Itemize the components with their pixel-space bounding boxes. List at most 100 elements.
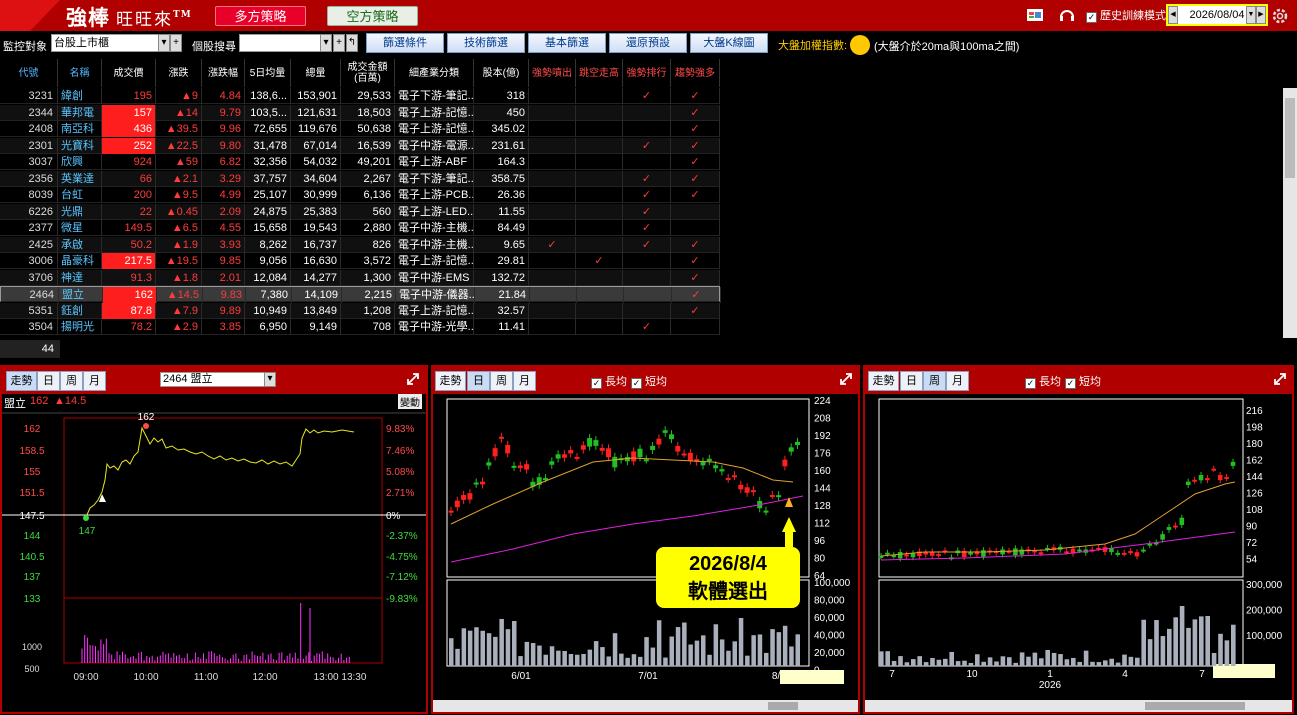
report-icon[interactable] (1026, 6, 1044, 24)
table-row[interactable]: 2464 盟立 162 ▲14.5 9.83 7,380 14,109 2,215 電子中游-儀… (0, 286, 720, 302)
tab-trend[interactable]: 走勢 (6, 371, 37, 391)
restore-default-button[interactable]: 還原預設 (609, 33, 687, 53)
date-prev-button[interactable]: ◀ (1168, 6, 1178, 24)
column-header[interactable]: 趨勢強多 (671, 59, 720, 87)
tab-trend[interactable]: 走勢 (868, 371, 899, 391)
candle-body (1013, 548, 1018, 555)
tab-week[interactable]: 周 (490, 371, 513, 391)
stock-select-dropdown-icon[interactable]: ▾ (264, 372, 276, 387)
long-strategy-button[interactable]: 多方策略 (215, 6, 306, 26)
search-add-icon[interactable]: + (333, 34, 345, 52)
long-ma-checkbox[interactable]: ✓ 長均 (1025, 373, 1061, 389)
expand-icon[interactable] (1272, 371, 1288, 387)
table-row[interactable]: 2425 承啟 50.2 ▲1.9 3.93 8,262 16,737 826 電子中游-主機.… (0, 237, 720, 253)
cell-price: 200 (102, 187, 156, 203)
table-row[interactable]: 3006 晶豪科 217.5 ▲19.5 9.85 9,056 16,630 3,572 電子上… (0, 253, 720, 269)
column-header[interactable]: 跳空走高 (576, 59, 623, 87)
short-ma-checkbox[interactable]: ✓ 短均 (631, 373, 667, 389)
cell-pct: 4.99 (202, 187, 245, 203)
candle-body (1192, 480, 1197, 482)
table-row[interactable]: 6226 光鼎 22 ▲0.45 2.09 24,875 25,383 560 電子上游-LED… (0, 204, 720, 220)
table-row[interactable]: 3504 揚明光 78.2 ▲2.9 3.85 6,950 9,149 708 電子中游-光學.… (0, 319, 720, 335)
column-header[interactable]: 漲跌幅 (202, 59, 245, 87)
column-header[interactable]: 股本(億) (474, 59, 529, 87)
date-dropdown-button[interactable]: ▼ (1246, 6, 1256, 24)
table-row[interactable]: 2377 微星 149.5 ▲6.5 4.55 15,658 19,543 2,880 電子中游… (0, 220, 720, 236)
table-row[interactable]: 3706 神達 91.3 ▲1.8 2.01 12,084 14,277 1,300 電子中游-… (0, 270, 720, 286)
daily-panel-scrollbar[interactable] (433, 700, 858, 712)
cell-v5: 25,107 (245, 187, 291, 203)
column-header[interactable]: 強勢排行 (623, 59, 671, 87)
table-row[interactable]: 2344 華邦電 157 ▲14 9.79 103,5... 121,631 18,503 電子… (0, 105, 720, 121)
expand-icon[interactable] (405, 371, 421, 387)
table-scrollbar[interactable] (1283, 88, 1297, 338)
y-tick-left: 140.5 (19, 552, 44, 563)
volume-bar (594, 641, 599, 666)
search-reset-icon[interactable]: ↰ (346, 34, 358, 52)
tab-day[interactable]: 日 (900, 371, 923, 391)
cell-v5: 8,262 (245, 237, 291, 253)
expand-icon[interactable] (838, 371, 854, 387)
column-header[interactable]: 漲跌 (156, 59, 202, 87)
cell-vol: 25,383 (291, 204, 341, 220)
tab-day[interactable]: 日 (37, 371, 60, 391)
column-header[interactable]: 名稱 (58, 59, 102, 87)
filter-conditions-button[interactable]: 篩選條件 (366, 33, 444, 53)
stock-select[interactable]: 2464 盟立 (160, 372, 265, 387)
index-kline-button[interactable]: 大盤K線圖 (690, 33, 768, 53)
table-row[interactable]: 2356 英業達 66 ▲2.1 3.29 37,757 34,604 2,267 電子下游-筆… (0, 171, 720, 187)
column-header[interactable]: 總量 (291, 59, 341, 87)
date-next-button[interactable]: ▶ (1256, 6, 1266, 24)
technical-filter-button[interactable]: 技術篩選 (447, 33, 525, 53)
tab-day[interactable]: 日 (467, 371, 490, 391)
column-header[interactable]: 細產業分類 (395, 59, 474, 87)
monitor-dropdown-icon[interactable]: ▾ (158, 34, 170, 52)
column-header[interactable]: 代號 (0, 59, 58, 87)
change-button[interactable]: 變動 (398, 394, 422, 409)
tab-week[interactable]: 周 (923, 371, 946, 391)
volume-bar (474, 627, 479, 666)
cell-name: 晶豪科 (58, 253, 102, 269)
cell-chg: ▲39.5 (156, 121, 202, 137)
monitor-select[interactable]: 台股上市櫃 (51, 34, 159, 52)
weekly-panel-scrollbar[interactable] (865, 700, 1292, 712)
cell-amt: 2,267 (341, 171, 395, 187)
short-ma-checkbox[interactable]: ✓ 短均 (1065, 373, 1101, 389)
weekly-scroll-thumb[interactable] (1145, 702, 1245, 710)
history-mode-checkbox[interactable]: ✓ 歷史訓練模式 (1086, 7, 1166, 23)
tab-week[interactable]: 周 (60, 371, 83, 391)
tab-trend[interactable]: 走勢 (435, 371, 466, 391)
date-picker[interactable]: ◀ 2026/08/04 ▼ ▶ (1168, 6, 1266, 24)
long-ma-checkbox[interactable]: ✓ 長均 (591, 373, 627, 389)
headset-icon[interactable] (1058, 6, 1076, 24)
column-header[interactable]: 成交金額(百萬) (341, 59, 395, 87)
daily-scroll-thumb[interactable] (768, 702, 798, 710)
search-dropdown-icon[interactable]: ▾ (320, 34, 332, 52)
table-scroll-thumb[interactable] (1285, 98, 1295, 178)
table-row[interactable]: 2301 光寶科 252 ▲22.5 9.80 31,478 67,014 16,539 電子中… (0, 138, 720, 154)
fundamental-filter-button[interactable]: 基本篩選 (528, 33, 606, 53)
tab-month[interactable]: 月 (83, 371, 106, 391)
table-row[interactable]: 2408 南亞科 436 ▲39.5 9.96 72,655 119,676 50,638 電子… (0, 121, 720, 137)
table-row[interactable]: 3231 緯創 195 ▲9 4.84 138,6... 153,901 29,533 電子下游… (0, 88, 720, 104)
column-header[interactable]: 成交價 (102, 59, 156, 87)
table-row[interactable]: 8039 台虹 200 ▲9.5 4.99 25,107 30,999 6,136 電子上游-P… (0, 187, 720, 203)
stock-search-input[interactable] (239, 34, 321, 52)
tab-month[interactable]: 月 (513, 371, 536, 391)
candle-body (499, 437, 504, 439)
cell-code: 2356 (0, 171, 58, 187)
table-row[interactable]: 3037 欣興 924 ▲59 6.82 32,356 54,032 49,201 電子上游-A… (0, 154, 720, 170)
candle-body (467, 493, 472, 499)
column-header[interactable]: 強勢噴出 (529, 59, 576, 87)
tab-month[interactable]: 月 (946, 371, 969, 391)
column-header[interactable]: 5日均量 (245, 59, 291, 87)
monitor-add-icon[interactable]: + (170, 34, 182, 52)
short-strategy-button[interactable]: 空方策略 (327, 6, 418, 26)
table-row[interactable]: 5351 鈺創 87.8 ▲7.9 9.89 10,949 13,849 1,208 電子上游-… (0, 303, 720, 319)
gear-icon[interactable] (1271, 7, 1289, 25)
cell-c1 (529, 220, 576, 236)
cell-c4 (671, 204, 720, 220)
volume-tick: 80,000 (814, 596, 845, 607)
candle-body (656, 439, 661, 445)
cell-vol: 14,277 (291, 270, 341, 286)
